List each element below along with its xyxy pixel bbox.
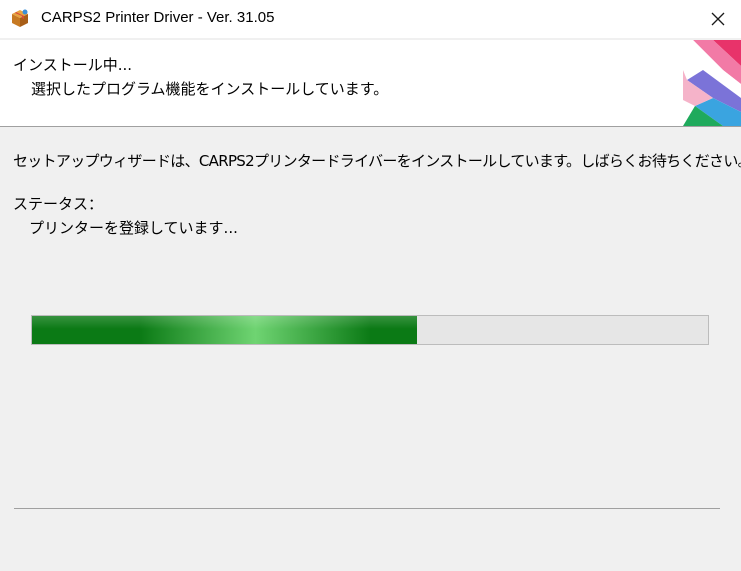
installer-box-icon	[12, 9, 28, 27]
title-bar: CARPS2 Printer Driver - Ver. 31.05	[0, 0, 741, 38]
close-icon	[711, 12, 725, 26]
header-title: インストール中...	[13, 56, 133, 74]
window-title: CARPS2 Printer Driver - Ver. 31.05	[41, 9, 275, 26]
progress-bar	[31, 315, 709, 345]
colorful-ribbon-graphic	[683, 40, 741, 126]
header-subtitle: 選択したプログラム機能をインストールしています。	[31, 80, 389, 98]
progress-message: セットアップウィザードは、CARPS2プリンタードライバーをインストールしていま…	[13, 152, 741, 170]
progress-bar-fill	[32, 316, 418, 344]
close-button[interactable]	[695, 0, 741, 38]
status-text: プリンターを登録しています...	[29, 219, 238, 237]
status-label: ステータス：	[13, 195, 104, 213]
wizard-header: インストール中... 選択したプログラム機能をインストールしています。	[0, 40, 741, 127]
divider	[14, 508, 720, 509]
